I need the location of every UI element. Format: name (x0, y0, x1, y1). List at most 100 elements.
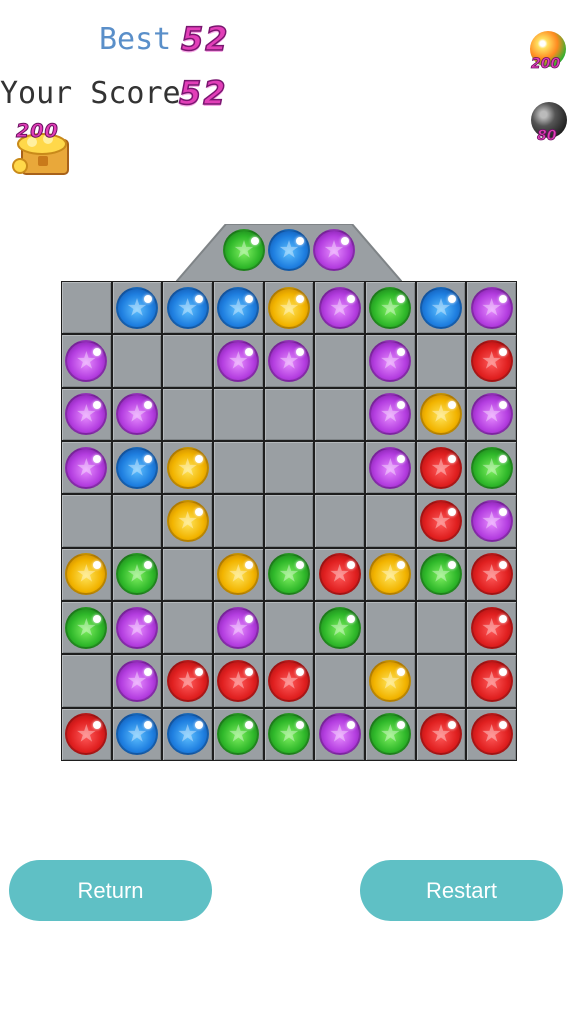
yellow-ball[interactable] (369, 553, 412, 596)
blue-ball[interactable] (166, 286, 209, 329)
board-cell[interactable] (112, 655, 162, 707)
board-cell[interactable] (62, 388, 111, 440)
board-cell[interactable] (467, 495, 516, 547)
red-ball[interactable] (419, 446, 462, 489)
red-ball[interactable] (267, 659, 310, 702)
board-cell[interactable] (467, 655, 516, 707)
board-cell[interactable] (62, 548, 111, 600)
yellow-ball[interactable] (267, 286, 310, 329)
red-ball[interactable] (166, 659, 209, 702)
board-cell[interactable] (315, 601, 364, 654)
purple-ball[interactable] (369, 339, 412, 382)
purple-ball[interactable] (470, 499, 513, 542)
red-ball[interactable] (470, 659, 513, 702)
purple-ball[interactable] (267, 339, 310, 382)
board-cell[interactable] (366, 601, 415, 654)
board-cell[interactable] (112, 335, 162, 387)
board-cell[interactable] (112, 441, 162, 494)
purple-ball[interactable] (115, 606, 158, 649)
board-cell[interactable] (366, 388, 415, 440)
green-ball[interactable] (419, 553, 462, 596)
red-ball[interactable] (419, 713, 462, 756)
board-cell[interactable] (416, 335, 466, 387)
blue-ball[interactable] (166, 713, 209, 756)
board-cell[interactable] (416, 548, 466, 600)
red-ball[interactable] (470, 339, 513, 382)
board-cell[interactable] (264, 548, 314, 600)
board-cell[interactable] (264, 708, 314, 760)
yellow-ball[interactable] (369, 659, 412, 702)
purple-ball[interactable] (369, 446, 412, 489)
green-ball[interactable] (267, 713, 310, 756)
yellow-ball[interactable] (65, 553, 108, 596)
board-cell[interactable] (416, 282, 466, 334)
board-cell[interactable] (366, 335, 415, 387)
board-cell[interactable] (416, 441, 466, 494)
purple-ball[interactable] (65, 446, 108, 489)
board-cell[interactable] (62, 441, 111, 494)
green-ball[interactable] (470, 446, 513, 489)
board-cell[interactable] (467, 335, 516, 387)
yellow-ball[interactable] (217, 553, 260, 596)
board-cell[interactable] (112, 495, 162, 547)
board-cell[interactable] (62, 601, 111, 654)
purple-ball[interactable] (217, 606, 260, 649)
green-ball[interactable] (369, 286, 412, 329)
board-cell[interactable] (315, 548, 364, 600)
board-cell[interactable] (112, 601, 162, 654)
board-cell[interactable] (467, 441, 516, 494)
board-cell[interactable] (366, 708, 415, 760)
board-cell[interactable] (315, 282, 364, 334)
board-cell[interactable] (467, 548, 516, 600)
board-cell[interactable] (315, 335, 364, 387)
board-cell[interactable] (163, 282, 212, 334)
board-cell[interactable] (163, 388, 212, 440)
board-cell[interactable] (163, 601, 212, 654)
purple-ball[interactable] (369, 393, 412, 436)
red-ball[interactable] (470, 553, 513, 596)
board-cell[interactable] (467, 708, 516, 760)
purple-ball[interactable] (318, 713, 361, 756)
board-cell[interactable] (163, 708, 212, 760)
board-cell[interactable] (467, 601, 516, 654)
board-cell[interactable] (163, 655, 212, 707)
green-ball[interactable] (318, 606, 361, 649)
board-cell[interactable] (416, 495, 466, 547)
board-cell[interactable] (264, 495, 314, 547)
red-ball[interactable] (318, 553, 361, 596)
board-cell[interactable] (264, 282, 314, 334)
board-cell[interactable] (366, 548, 415, 600)
board-cell[interactable] (163, 335, 212, 387)
red-ball[interactable] (419, 499, 462, 542)
blue-ball[interactable] (217, 286, 260, 329)
blue-ball[interactable] (419, 286, 462, 329)
board-cell[interactable] (214, 601, 263, 654)
red-ball[interactable] (470, 606, 513, 649)
board-cell[interactable] (62, 495, 111, 547)
board-cell[interactable] (264, 441, 314, 494)
red-ball[interactable] (65, 713, 108, 756)
board-cell[interactable] (214, 708, 263, 760)
purple-ball[interactable] (65, 339, 108, 382)
green-ball[interactable] (369, 713, 412, 756)
board-cell[interactable] (163, 495, 212, 547)
board-cell[interactable] (62, 335, 111, 387)
green-ball[interactable] (217, 713, 260, 756)
purple-ball[interactable] (115, 393, 158, 436)
board-cell[interactable] (366, 655, 415, 707)
board-cell[interactable] (315, 655, 364, 707)
board-cell[interactable] (214, 548, 263, 600)
board-cell[interactable] (214, 495, 263, 547)
board-cell[interactable] (315, 495, 364, 547)
board-cell[interactable] (366, 441, 415, 494)
yellow-ball[interactable] (419, 393, 462, 436)
purple-ball[interactable] (115, 659, 158, 702)
board-cell[interactable] (264, 388, 314, 440)
purple-ball[interactable] (470, 286, 513, 329)
board-cell[interactable] (315, 441, 364, 494)
purple-ball[interactable] (65, 393, 108, 436)
purple-ball[interactable] (217, 339, 260, 382)
purple-ball[interactable] (470, 393, 513, 436)
blue-ball[interactable] (115, 446, 158, 489)
board-cell[interactable] (62, 708, 111, 760)
